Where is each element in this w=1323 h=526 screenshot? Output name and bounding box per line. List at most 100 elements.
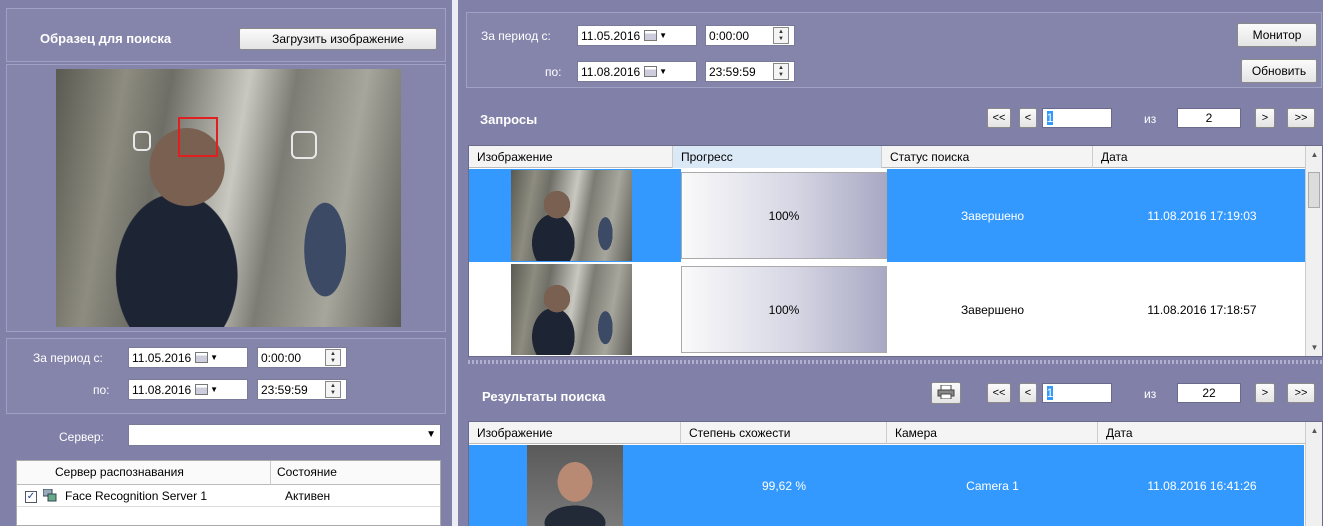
requests-col-status[interactable]: Статус поиска bbox=[882, 146, 1093, 168]
results-col-image[interactable]: Изображение bbox=[469, 422, 681, 444]
dropdown-arrow-icon[interactable]: ▼ bbox=[210, 385, 218, 394]
server-select[interactable]: ▼ bbox=[128, 424, 441, 446]
scroll-thumb[interactable] bbox=[1308, 172, 1320, 208]
result-date: 11.08.2016 16:41:26 bbox=[1147, 479, 1257, 493]
scroll-up-icon[interactable]: ▲ bbox=[1306, 426, 1322, 435]
top-period-from-label: За период с: bbox=[481, 29, 551, 43]
top-time-from-spinner[interactable]: ▲ ▼ bbox=[773, 27, 789, 44]
server-computer-icon bbox=[42, 488, 57, 502]
server-col-state[interactable]: Состояние bbox=[271, 461, 440, 485]
result-face-thumbnail bbox=[527, 445, 623, 526]
requests-scrollbar[interactable]: ▲ ▼ bbox=[1305, 146, 1322, 356]
grid-splitter[interactable] bbox=[468, 360, 1323, 364]
results-table-header: Изображение Степень схожести Камера Дата bbox=[469, 422, 1322, 444]
requests-table: Изображение Прогресс Статус поиска Дата … bbox=[468, 145, 1323, 357]
top-period-to-label: по: bbox=[545, 65, 562, 79]
requests-col-image[interactable]: Изображение bbox=[469, 146, 673, 168]
results-first-page-button[interactable]: << bbox=[987, 383, 1011, 403]
server-label: Сервер: bbox=[59, 430, 104, 444]
sample-header: Образец для поиска Загрузить изображение bbox=[6, 8, 446, 62]
load-image-button[interactable]: Загрузить изображение bbox=[239, 28, 437, 50]
results-prev-page-button[interactable]: < bbox=[1019, 383, 1037, 403]
requests-last-page-button[interactable]: >> bbox=[1287, 108, 1315, 128]
results-of-label: из bbox=[1144, 387, 1157, 401]
dropdown-arrow-icon[interactable]: ▼ bbox=[659, 31, 667, 40]
server-table-header: Сервер распознавания Состояние bbox=[17, 461, 440, 485]
server-name: Face Recognition Server 1 bbox=[65, 489, 208, 503]
request-image-cell bbox=[469, 263, 673, 356]
server-col-name[interactable]: Сервер распознавания bbox=[39, 461, 271, 485]
calendar-icon[interactable] bbox=[195, 352, 209, 363]
chevron-down-icon[interactable]: ▼ bbox=[426, 429, 436, 440]
server-checkbox[interactable]: ✓ bbox=[25, 491, 37, 503]
request-thumbnail bbox=[510, 170, 632, 261]
left-period-group: За период с: по: 11.05.2016 ▼ 0:00:00 ▲ ▼ … bbox=[6, 338, 446, 414]
left-date-to[interactable]: 11.08.2016 ▼ bbox=[128, 379, 248, 400]
requests-of-label: из bbox=[1144, 112, 1157, 126]
result-similarity: 99,62 % bbox=[761, 479, 807, 493]
face-box-secondary bbox=[291, 131, 317, 159]
left-period-to-label: по: bbox=[93, 383, 110, 397]
server-table: Сервер распознавания Состояние ✓ Face Re… bbox=[16, 460, 441, 526]
top-time-to-spinner[interactable]: ▲ ▼ bbox=[773, 63, 789, 80]
top-date-to[interactable]: 11.08.2016 ▼ bbox=[577, 61, 697, 82]
top-period-group: За период с: по: 11.05.2016 ▼ 0:00:00 ▲ ▼ … bbox=[466, 12, 1322, 88]
calendar-icon[interactable] bbox=[195, 384, 209, 395]
server-row[interactable]: ✓ Face Recognition Server 1 Активен bbox=[17, 485, 440, 507]
request-status: Завершено bbox=[960, 302, 1025, 317]
results-col-similarity[interactable]: Степень схожести bbox=[681, 422, 887, 444]
results-scrollbar[interactable]: ▲ bbox=[1305, 422, 1322, 526]
results-row[interactable]: 99,62 % Camera 1 11.08.2016 16:41:26 bbox=[469, 445, 1304, 526]
monitor-button[interactable]: Монитор bbox=[1237, 23, 1317, 47]
request-progress: 100% bbox=[681, 266, 887, 353]
requests-prev-page-button[interactable]: < bbox=[1019, 108, 1037, 128]
sample-title: Образец для поиска bbox=[40, 31, 172, 46]
request-date: 11.08.2016 17:18:57 bbox=[1147, 302, 1257, 317]
left-panel: Образец для поиска Загрузить изображение… bbox=[0, 0, 452, 526]
results-col-date[interactable]: Дата bbox=[1098, 422, 1306, 444]
requests-table-header: Изображение Прогресс Статус поиска Дата bbox=[469, 146, 1322, 168]
results-title: Результаты поиска bbox=[482, 389, 606, 404]
scroll-down-icon[interactable]: ▼ bbox=[1306, 343, 1322, 352]
requests-row[interactable]: 100% Завершено 11.08.2016 17:18:57 bbox=[469, 263, 1304, 356]
calendar-icon[interactable] bbox=[644, 66, 658, 77]
print-button[interactable] bbox=[931, 382, 961, 404]
scroll-up-icon[interactable]: ▲ bbox=[1306, 150, 1322, 159]
top-date-from[interactable]: 11.05.2016 ▼ bbox=[577, 25, 697, 46]
requests-col-date[interactable]: Дата bbox=[1093, 146, 1306, 168]
requests-next-page-button[interactable]: > bbox=[1255, 108, 1275, 128]
calendar-icon[interactable] bbox=[644, 30, 658, 41]
results-next-page-button[interactable]: > bbox=[1255, 383, 1275, 403]
face-box-tertiary bbox=[133, 131, 151, 151]
result-camera: Camera 1 bbox=[966, 479, 1019, 493]
requests-title: Запросы bbox=[480, 112, 538, 127]
left-time-to-spinner[interactable]: ▲ ▼ bbox=[325, 381, 341, 398]
results-last-page-button[interactable]: >> bbox=[1287, 383, 1315, 403]
result-image-cell bbox=[469, 445, 681, 526]
results-table: Изображение Степень схожести Камера Дата… bbox=[468, 421, 1323, 526]
sample-image bbox=[56, 69, 401, 327]
left-time-from-spinner[interactable]: ▲ ▼ bbox=[325, 349, 341, 366]
printer-icon bbox=[937, 384, 955, 402]
requests-first-page-button[interactable]: << bbox=[987, 108, 1011, 128]
face-box-primary bbox=[178, 117, 218, 157]
request-image-cell bbox=[469, 169, 673, 262]
dropdown-arrow-icon[interactable]: ▼ bbox=[210, 353, 218, 362]
server-state: Активен bbox=[285, 489, 331, 503]
requests-row[interactable]: 100% Завершено 11.08.2016 17:19:03 bbox=[469, 169, 1306, 262]
requests-total-pages: 2 bbox=[1177, 108, 1241, 128]
request-row-selection-bg bbox=[673, 169, 681, 262]
requests-col-progress[interactable]: Прогресс bbox=[673, 146, 882, 168]
request-status: Завершено bbox=[887, 169, 1098, 262]
request-date: 11.08.2016 17:19:03 bbox=[1098, 169, 1306, 262]
request-thumbnail bbox=[510, 264, 632, 355]
requests-page-input[interactable]: 1 bbox=[1042, 108, 1112, 128]
sample-image-frame bbox=[6, 64, 446, 332]
left-date-from[interactable]: 11.05.2016 ▼ bbox=[128, 347, 248, 368]
dropdown-arrow-icon[interactable]: ▼ bbox=[659, 67, 667, 76]
request-progress: 100% bbox=[681, 172, 887, 259]
refresh-button[interactable]: Обновить bbox=[1241, 59, 1317, 83]
results-col-camera[interactable]: Камера bbox=[887, 422, 1098, 444]
left-period-from-label: За период с: bbox=[33, 351, 103, 365]
results-page-input[interactable]: 1 bbox=[1042, 383, 1112, 403]
